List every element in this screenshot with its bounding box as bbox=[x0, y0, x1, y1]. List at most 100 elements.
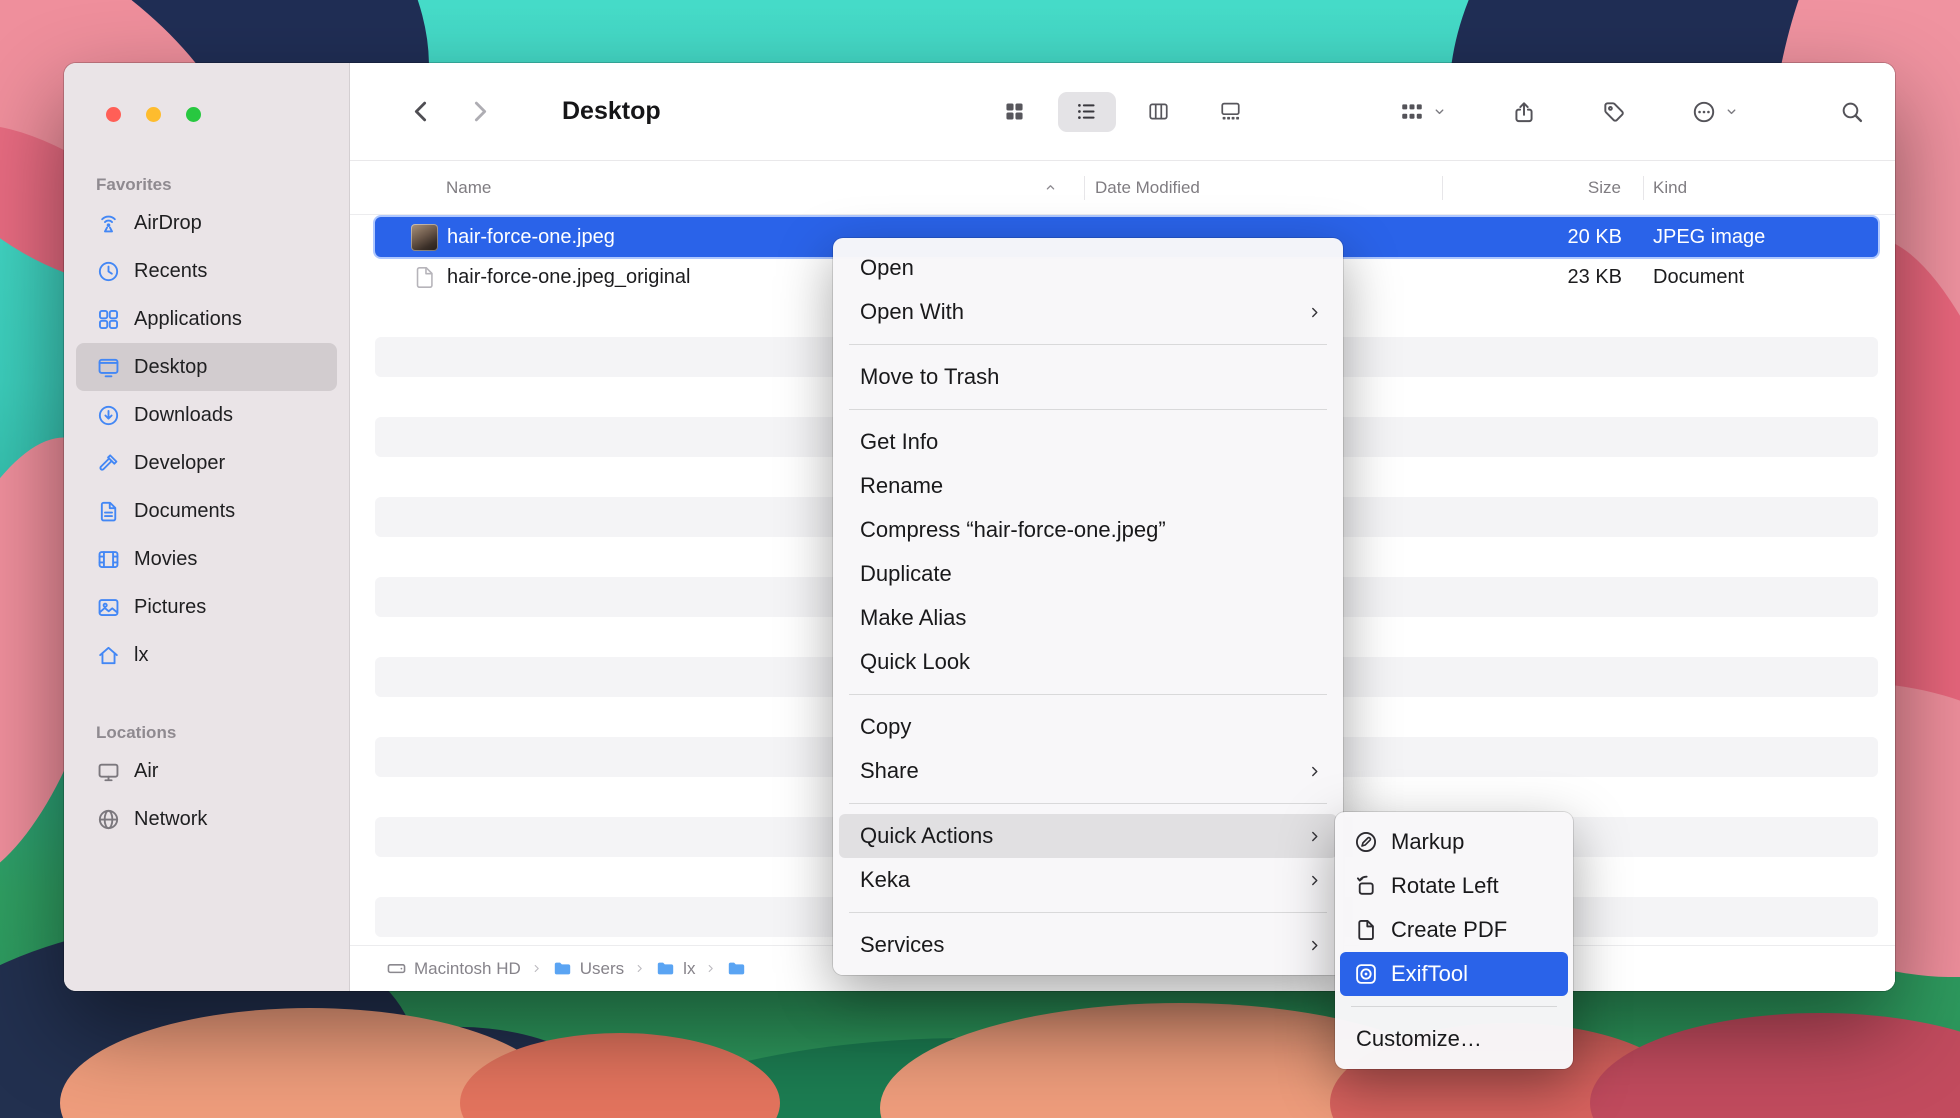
search-button[interactable] bbox=[1839, 99, 1865, 125]
sidebar-item-applications[interactable]: Applications bbox=[76, 295, 337, 343]
sidebar-item-network[interactable]: Network bbox=[76, 795, 337, 843]
submenu-item-markup[interactable]: Markup bbox=[1340, 820, 1568, 864]
menu-item-label: Open bbox=[860, 255, 914, 281]
more-icon bbox=[1691, 99, 1717, 125]
submenu-item-customize[interactable]: Customize… bbox=[1340, 1017, 1568, 1061]
file-kind: Document bbox=[1644, 266, 1878, 289]
submenu-item-label: Create PDF bbox=[1391, 917, 1507, 943]
path-item-label: lx bbox=[683, 959, 695, 979]
sidebar-item-developer[interactable]: Developer bbox=[76, 439, 337, 487]
path-chevron-icon bbox=[704, 962, 717, 975]
sidebar-item-label: Downloads bbox=[134, 404, 233, 427]
menu-item-label: Compress “hair-force-one.jpeg” bbox=[860, 517, 1166, 543]
movies-icon bbox=[96, 547, 121, 572]
path-item-macintosh-hd[interactable]: Macintosh HD bbox=[386, 958, 521, 979]
sidebar-item-recents[interactable]: Recents bbox=[76, 247, 337, 295]
column-header-size[interactable]: Size bbox=[1443, 161, 1643, 214]
menu-item-make-alias[interactable]: Make Alias bbox=[839, 596, 1337, 640]
document-icon bbox=[411, 264, 438, 291]
quick-actions-submenu: Markup Rotate Left Create PDF ExifTool Custo… bbox=[1335, 812, 1573, 1069]
icon-view-button[interactable] bbox=[986, 92, 1044, 132]
menu-item-label: Services bbox=[860, 932, 944, 958]
sidebar-item-pictures[interactable]: Pictures bbox=[76, 583, 337, 631]
share-button[interactable] bbox=[1511, 99, 1537, 125]
close-button[interactable] bbox=[106, 107, 121, 122]
sidebar-item-downloads[interactable]: Downloads bbox=[76, 391, 337, 439]
column-header-label: Kind bbox=[1653, 178, 1687, 198]
menu-item-get-info[interactable]: Get Info bbox=[839, 420, 1337, 464]
sidebar-item-documents[interactable]: Documents bbox=[76, 487, 337, 535]
back-button[interactable] bbox=[404, 92, 438, 132]
path-chevron-icon bbox=[530, 962, 543, 975]
menu-item-label: Move to Trash bbox=[860, 364, 999, 390]
menu-item-quick-actions[interactable]: Quick Actions bbox=[839, 814, 1337, 858]
menu-item-rename[interactable]: Rename bbox=[839, 464, 1337, 508]
sidebar-item-label: Network bbox=[134, 808, 207, 831]
sidebar-item-movies[interactable]: Movies bbox=[76, 535, 337, 583]
path-item-item[interactable] bbox=[726, 958, 747, 979]
folder-icon bbox=[552, 958, 573, 979]
submenu-item-rotate-left[interactable]: Rotate Left bbox=[1340, 864, 1568, 908]
column-view-icon bbox=[1147, 100, 1170, 123]
tag-icon bbox=[1601, 99, 1627, 125]
window-title: Desktop bbox=[562, 97, 661, 126]
submenu-item-label: Customize… bbox=[1356, 1026, 1482, 1052]
menu-separator bbox=[849, 912, 1327, 913]
column-header-kind[interactable]: Kind bbox=[1644, 161, 1895, 214]
submenu-item-label: Markup bbox=[1391, 829, 1464, 855]
menu-item-copy[interactable]: Copy bbox=[839, 705, 1337, 749]
submenu-item-label: ExifTool bbox=[1391, 961, 1468, 987]
submenu-chevron-icon bbox=[1306, 304, 1323, 321]
gallery-view-button[interactable] bbox=[1202, 92, 1260, 132]
menu-item-open-with[interactable]: Open With bbox=[839, 290, 1337, 334]
toolbar-actions bbox=[1399, 99, 1895, 125]
toolbar: Desktop bbox=[350, 63, 1895, 161]
developer-icon bbox=[96, 451, 121, 476]
zoom-button[interactable] bbox=[186, 107, 201, 122]
menu-item-duplicate[interactable]: Duplicate bbox=[839, 552, 1337, 596]
chevron-left-icon bbox=[408, 98, 435, 125]
folder-icon bbox=[655, 958, 676, 979]
submenu-item-exiftool[interactable]: ExifTool bbox=[1340, 952, 1568, 996]
column-header-date-modified[interactable]: Date Modified bbox=[1085, 161, 1442, 214]
pictures-icon bbox=[96, 595, 121, 620]
menu-item-compress-hair-force-one-jpeg[interactable]: Compress “hair-force-one.jpeg” bbox=[839, 508, 1337, 552]
menu-item-quick-look[interactable]: Quick Look bbox=[839, 640, 1337, 684]
path-item-users[interactable]: Users bbox=[552, 958, 624, 979]
tags-button[interactable] bbox=[1601, 99, 1627, 125]
sidebar-item-air[interactable]: Air bbox=[76, 747, 337, 795]
file-kind: JPEG image bbox=[1644, 226, 1878, 249]
forward-button[interactable] bbox=[462, 92, 496, 132]
more-button[interactable] bbox=[1691, 99, 1739, 125]
sidebar-item-label: lx bbox=[134, 644, 148, 667]
create-pdf-icon bbox=[1353, 917, 1379, 943]
submenu-item-create-pdf[interactable]: Create PDF bbox=[1340, 908, 1568, 952]
sidebar-item-lx[interactable]: lx bbox=[76, 631, 337, 679]
sidebar-item-label: Developer bbox=[134, 452, 225, 475]
sidebar-item-label: Movies bbox=[134, 548, 197, 571]
menu-item-share[interactable]: Share bbox=[839, 749, 1337, 793]
exiftool-icon bbox=[1353, 961, 1379, 987]
menu-item-move-to-trash[interactable]: Move to Trash bbox=[839, 355, 1337, 399]
sidebar-item-desktop[interactable]: Desktop bbox=[76, 343, 337, 391]
group-icon bbox=[1399, 99, 1425, 125]
documents-icon bbox=[96, 499, 121, 524]
menu-item-services[interactable]: Services bbox=[839, 923, 1337, 967]
group-button[interactable] bbox=[1399, 99, 1447, 125]
column-headers: Name Date Modified Size Kind bbox=[350, 161, 1895, 215]
downloads-icon bbox=[96, 403, 121, 428]
menu-item-keka[interactable]: Keka bbox=[839, 858, 1337, 902]
airdrop-icon bbox=[96, 211, 121, 236]
menu-item-open[interactable]: Open bbox=[839, 246, 1337, 290]
column-header-name[interactable]: Name bbox=[350, 161, 1084, 214]
chevron-down-icon bbox=[1432, 104, 1447, 119]
hd-icon bbox=[386, 958, 407, 979]
minimize-button[interactable] bbox=[146, 107, 161, 122]
path-item-lx[interactable]: lx bbox=[655, 958, 695, 979]
sidebar-item-airdrop[interactable]: AirDrop bbox=[76, 199, 337, 247]
column-header-label: Date Modified bbox=[1095, 178, 1200, 198]
list-view-button[interactable] bbox=[1058, 92, 1116, 132]
menu-separator bbox=[849, 344, 1327, 345]
column-view-button[interactable] bbox=[1130, 92, 1188, 132]
path-item-label: Users bbox=[580, 959, 624, 979]
